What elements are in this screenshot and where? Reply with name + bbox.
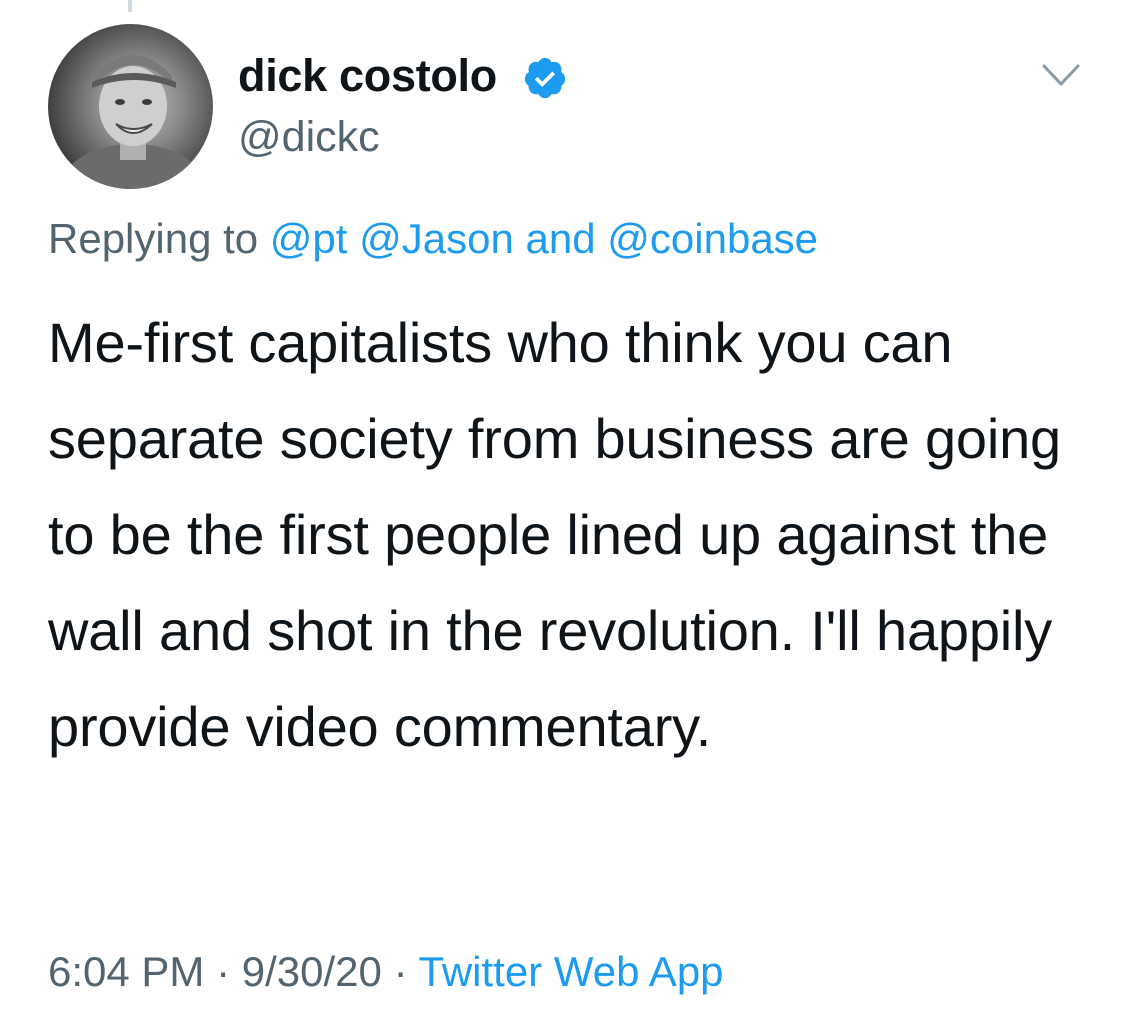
verified-badge-icon bbox=[524, 57, 566, 99]
chevron-down-icon[interactable] bbox=[1040, 58, 1082, 94]
replying-to-line: Replying to @pt @Jason and @coinbase bbox=[48, 215, 818, 263]
tweet: dick costolo @dickc Replying to @pt @Jas… bbox=[0, 0, 1125, 1027]
reply-conjunction[interactable]: and bbox=[526, 215, 596, 262]
tweet-meta: 6:04 PM · 9/30/20 · Twitter Web App bbox=[48, 948, 724, 996]
tweet-text: Me-first capitalists who think you can s… bbox=[48, 311, 1061, 758]
thread-connector-line bbox=[128, 0, 132, 12]
tweet-date[interactable]: 9/30/20 bbox=[242, 948, 382, 995]
mention-link[interactable]: @coinbase bbox=[607, 215, 818, 262]
author-handle[interactable]: @dickc bbox=[238, 113, 380, 162]
replying-to-label: Replying to bbox=[48, 215, 259, 262]
author-display-name[interactable]: dick costolo bbox=[238, 50, 497, 102]
mention-link[interactable]: @Jason bbox=[359, 215, 514, 262]
avatar[interactable] bbox=[48, 24, 213, 189]
mention-link[interactable]: @pt bbox=[270, 215, 348, 262]
meta-separator: · bbox=[393, 948, 408, 995]
tweet-source-link[interactable]: Twitter Web App bbox=[419, 948, 724, 995]
tweet-time[interactable]: 6:04 PM bbox=[48, 948, 204, 995]
meta-separator: · bbox=[216, 948, 231, 995]
avatar-image bbox=[63, 55, 203, 189]
